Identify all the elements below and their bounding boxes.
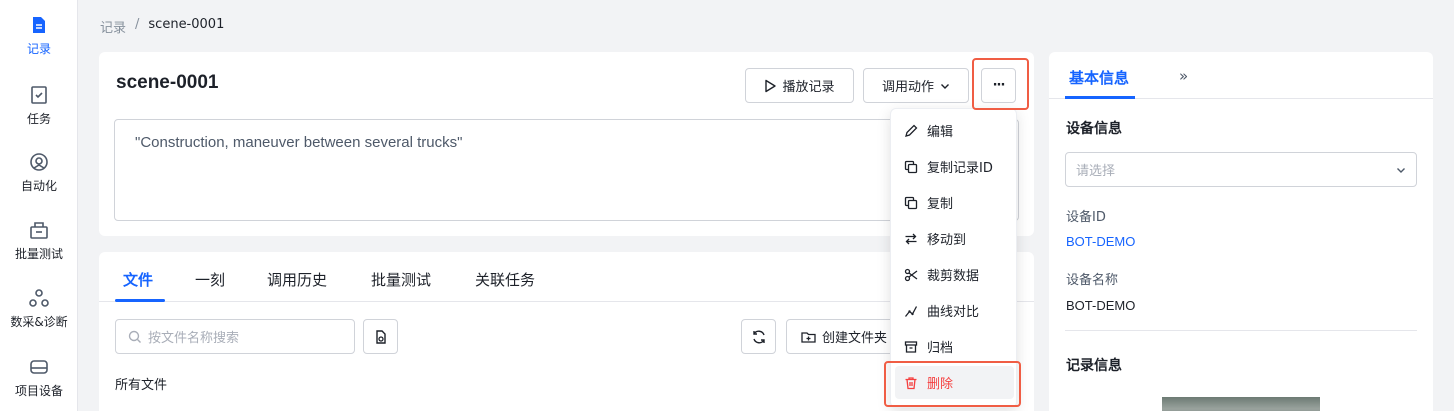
menu-item-label: 归档 [927,341,954,356]
nav-label: 数采&诊断 [10,315,68,329]
menu-item-label: 移动到 [927,233,967,248]
breadcrumb: 记录 / scene-0001 [100,17,224,36]
record-section-title: 记录信息 [1066,358,1122,374]
nav-label: 记录 [26,42,51,56]
side-tab-bar: 基本信息 » [1049,52,1433,99]
menu-item-copy[interactable]: 复制 [895,186,1014,219]
breadcrumb-current: scene-0001 [148,17,225,32]
menu-item-move-to[interactable]: 移动到 [895,222,1014,255]
refresh-button[interactable] [741,319,776,354]
record-thumbnail[interactable] [1162,397,1320,411]
menu-item-label: 裁剪数据 [927,269,980,284]
play-icon [764,79,777,93]
tab-files[interactable]: 文件 [123,269,153,290]
device-name-label: 设备名称 [1066,273,1119,288]
play-record-button[interactable]: 播放记录 [745,68,854,103]
nav-label: 任务 [26,112,51,126]
menu-item-curve-compare[interactable]: 曲线对比 [895,294,1014,327]
file-search-input[interactable]: 按文件名称搜索 [115,319,355,354]
menu-item-crop-data[interactable]: 裁剪数据 [895,258,1014,291]
nav-label: 批量测试 [14,247,63,261]
menu-item-label: 编辑 [927,125,954,140]
folder-plus-icon [801,330,816,344]
breadcrumb-separator: / [135,17,140,32]
page-title: scene-0001 [116,72,219,93]
menu-item-label: 复制记录ID [927,161,993,176]
file-upload-icon [373,329,389,345]
create-folder-label: 创建文件夹 [822,331,888,346]
menu-item-archive[interactable]: 归档 [895,330,1014,363]
task-icon [28,84,50,106]
nav-item-devices[interactable]: 项目设备 [0,356,78,399]
tab-moment[interactable]: 一刻 [195,269,225,290]
expand-panel-button[interactable]: » [1179,67,1188,85]
device-id-label: 设备ID [1066,210,1106,225]
menu-item-label: 曲线对比 [927,305,980,320]
tab-linked-tasks[interactable]: 关联任务 [475,269,535,290]
move-icon [904,232,918,246]
tab-batch-test[interactable]: 批量测试 [371,269,431,290]
batch-test-icon [28,219,50,241]
record-description[interactable]: "Construction, maneuver between several … [114,119,1019,221]
left-nav: 记录 任务 自动化 批量测试 数采&诊断 项目设备 [0,0,78,411]
side-tab-indicator [1065,96,1135,99]
more-actions-menu: 编辑 复制记录ID 复制 移动到 裁剪数据 曲线对比 归档 删除 [890,108,1017,408]
play-record-label: 播放记录 [782,80,835,95]
chevron-down-icon [1396,165,1406,175]
trash-icon [904,376,918,390]
search-icon [128,330,142,344]
upload-file-button[interactable] [363,319,398,354]
copy-id-icon [904,160,918,174]
menu-item-copy-record-id[interactable]: 复制记录ID [895,150,1014,183]
copy-icon [904,196,918,210]
invoke-action-dropdown[interactable]: 调用动作 [863,68,969,103]
active-tab-indicator [115,299,165,302]
more-label: ··· [992,78,1006,93]
menu-item-label: 复制 [927,197,954,212]
nav-item-tasks[interactable]: 任务 [0,84,78,127]
nav-item-data-collection[interactable]: 数采&诊断 [0,287,78,330]
device-icon [28,356,50,378]
nav-item-records[interactable]: 记录 [0,14,78,57]
search-placeholder: 按文件名称搜索 [148,331,240,346]
menu-item-edit[interactable]: 编辑 [895,114,1014,147]
more-actions-button[interactable]: ··· [981,68,1016,103]
device-section-title: 设备信息 [1066,121,1122,137]
nav-item-batch-test[interactable]: 批量测试 [0,219,78,262]
nav-label: 自动化 [20,179,57,193]
device-name-value: BOT-DEMO [1066,298,1136,313]
device-id-value[interactable]: BOT-DEMO [1066,234,1135,249]
edit-icon [904,124,918,138]
archive-icon [904,340,918,354]
chevron-down-icon [940,81,950,91]
breadcrumb-root[interactable]: 记录 [100,17,126,36]
record-icon [28,14,50,36]
menu-item-delete[interactable]: 删除 [895,366,1014,399]
refresh-icon [751,329,767,345]
curve-compare-icon [904,304,918,318]
nav-item-automation[interactable]: 自动化 [0,151,78,194]
all-files-label: 所有文件 [115,378,168,393]
data-collection-icon [28,287,50,309]
nav-label: 项目设备 [14,384,63,398]
invoke-action-label: 调用动作 [881,80,934,95]
menu-item-label: 删除 [927,377,954,392]
automation-icon [28,151,50,173]
scissors-icon [904,268,918,282]
info-side-panel: 基本信息 » 设备信息 请选择 设备ID BOT-DEMO 设备名称 BOT-D… [1049,52,1433,411]
tab-call-history[interactable]: 调用历史 [267,269,327,290]
divider [1065,330,1417,331]
device-select-placeholder: 请选择 [1076,164,1116,179]
tab-basic-info[interactable]: 基本信息 [1069,67,1129,88]
device-select[interactable]: 请选择 [1065,152,1417,187]
create-folder-button[interactable]: 创建文件夹 [786,319,896,354]
